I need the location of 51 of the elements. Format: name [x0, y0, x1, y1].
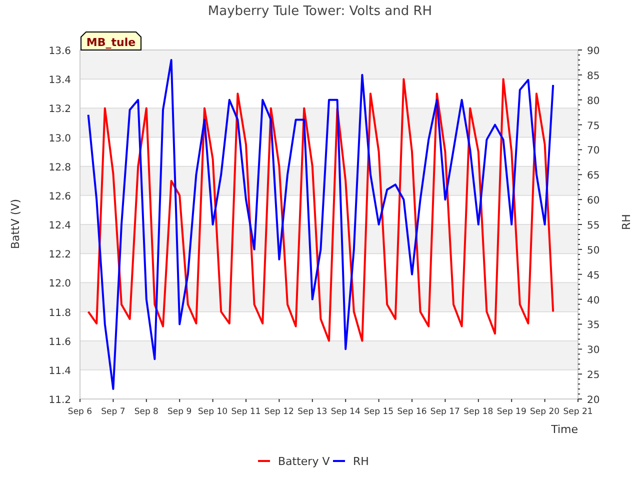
y-tick-label: 12.2 [48, 250, 71, 261]
y-tick-label: 11.2 [48, 395, 71, 406]
x-tick-label: Sep 9 [168, 407, 192, 417]
y-tick-label: 80 [587, 96, 600, 107]
y-tick-label: 70 [587, 146, 600, 157]
x-tick-label: Sep 14 [330, 407, 360, 417]
label-tag: MB_tule [80, 32, 142, 50]
y-tick-label: 35 [587, 320, 600, 332]
y-tick-label: 13.0 [48, 133, 71, 144]
chart-title: Mayberry Tule Tower: Volts and RH [208, 4, 432, 19]
x-tick-label: Sep 16 [397, 407, 427, 417]
y-tick-label: 85 [587, 70, 600, 82]
x-axis-title: Time [551, 423, 578, 436]
x-tick-label: Sep 18 [464, 407, 494, 417]
y-tick-label: 45 [587, 270, 600, 282]
y-axis-title: RH [620, 214, 633, 230]
x-tick-label: Sep 11 [231, 407, 261, 417]
y-tick-label: 12.0 [48, 278, 71, 290]
y-tick-label: 12.6 [48, 191, 71, 202]
y-tick-label: 13.6 [48, 46, 71, 57]
y-tick-label: 30 [587, 345, 600, 356]
x-tick-label: Sep 6 [68, 407, 92, 417]
y-tick-label: 11.4 [48, 366, 71, 377]
x-tick-label: Sep 8 [134, 407, 158, 417]
x-tick-label: Sep 21 [563, 407, 593, 417]
y-tick-label: 40 [587, 295, 600, 306]
y-tick-label: 12.4 [48, 220, 71, 232]
y-axis-title: BattV (V) [9, 198, 22, 250]
y-tick-label: 13.4 [48, 75, 71, 86]
y-tick-label: 11.6 [48, 336, 71, 348]
y-tick-label: 25 [587, 370, 600, 382]
x-tick-label: Sep 10 [198, 407, 228, 417]
y-tick-label: 55 [587, 220, 600, 232]
x-tick-label: Sep 19 [496, 407, 526, 417]
x-tick-label: Sep 7 [101, 407, 126, 417]
x-tick-label: Sep 15 [364, 407, 394, 417]
y-tick-label: 65 [587, 170, 600, 182]
y-tick-label: 12.8 [48, 162, 71, 174]
y-tick-label: 20 [587, 395, 600, 406]
legend-label: Battery V [278, 455, 330, 468]
y-tick-label: 60 [587, 196, 600, 207]
y-tick-label: 50 [587, 245, 600, 256]
y-tick-label: 11.8 [48, 308, 71, 319]
x-tick-label: Sep 12 [264, 407, 294, 417]
x-tick-label: Sep 13 [298, 407, 328, 417]
x-tick-label: Sep 20 [530, 407, 560, 417]
legend-label: RH [353, 455, 369, 468]
x-tick-label: Sep 17 [430, 407, 460, 417]
y-tick-label: 13.2 [48, 104, 71, 116]
y-tick-label: 90 [587, 46, 600, 57]
y-tick-label: 75 [587, 120, 600, 132]
